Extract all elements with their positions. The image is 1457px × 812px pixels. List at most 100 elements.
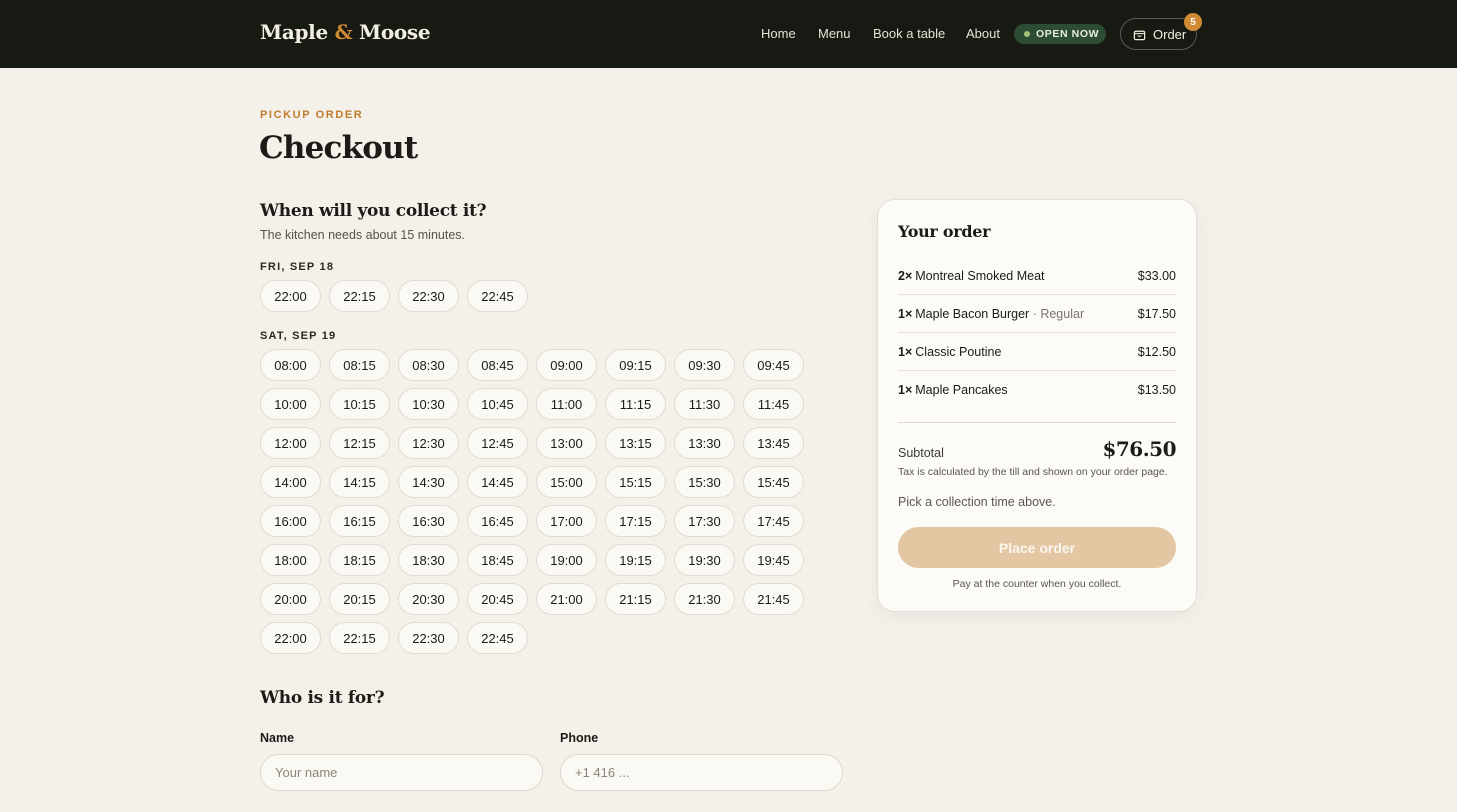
time-slot-button[interactable]: 15:00 <box>536 466 597 498</box>
time-slot-button[interactable]: 18:00 <box>260 544 321 576</box>
time-slot-button[interactable]: 14:30 <box>398 466 459 498</box>
time-slot-group-sat: 08:00 08:15 08:30 08:45 09:00 09:15 09:30 09:45… <box>260 349 820 654</box>
shopping-bag-icon <box>1133 30 1146 40</box>
time-slot-button[interactable]: 13:30 <box>674 427 735 459</box>
time-slot-button[interactable]: 10:15 <box>329 388 390 420</box>
name-input[interactable] <box>260 754 543 791</box>
open-status-badge: OPEN NOW <box>1014 24 1106 44</box>
subtotal-value: $76.50 <box>1102 437 1176 461</box>
time-slot-button[interactable]: 21:45 <box>743 583 804 615</box>
order-summary-card: Your order 2× Montreal Smoked Meat $33.00… <box>877 199 1197 612</box>
time-slot-button[interactable]: 12:45 <box>467 427 528 459</box>
contact-section-title: Who is it for? <box>260 688 385 708</box>
brand-logo[interactable]: Maple & Moose <box>260 20 431 44</box>
time-slot-button[interactable]: 09:15 <box>605 349 666 381</box>
time-slot-button[interactable]: 14:45 <box>467 466 528 498</box>
time-slot-button[interactable]: 20:30 <box>398 583 459 615</box>
time-slot-button[interactable]: 11:30 <box>674 388 735 420</box>
time-slot-button[interactable]: 08:30 <box>398 349 459 381</box>
time-slot-button[interactable]: 16:30 <box>398 505 459 537</box>
time-slot-button[interactable]: 15:15 <box>605 466 666 498</box>
time-slot-button[interactable]: 12:15 <box>329 427 390 459</box>
nav-link-book-a-table[interactable]: Book a table <box>873 26 945 41</box>
time-slot-button[interactable]: 09:30 <box>674 349 735 381</box>
time-slot-button[interactable]: 08:15 <box>329 349 390 381</box>
time-slot-button[interactable]: 22:00 <box>260 622 321 654</box>
time-slot-button[interactable]: 10:45 <box>467 388 528 420</box>
order-item-price: $33.00 <box>1137 268 1176 283</box>
time-slot-button[interactable]: 17:45 <box>743 505 804 537</box>
order-item-description: 1× Maple Pancakes <box>898 383 1008 397</box>
order-summary-title: Your order <box>898 222 991 241</box>
time-slot-button[interactable]: 19:30 <box>674 544 735 576</box>
time-slot-button[interactable]: 18:30 <box>398 544 459 576</box>
time-slot-button[interactable]: 21:30 <box>674 583 735 615</box>
time-slot-button[interactable]: 17:30 <box>674 505 735 537</box>
time-slot-button[interactable]: 12:00 <box>260 427 321 459</box>
time-slot-button[interactable]: 19:15 <box>605 544 666 576</box>
nav-link-about[interactable]: About <box>966 26 1000 41</box>
time-slot-button[interactable]: 11:45 <box>743 388 804 420</box>
time-slot-button[interactable]: 18:45 <box>467 544 528 576</box>
time-slot-button[interactable]: 08:45 <box>467 349 528 381</box>
time-slot-button[interactable]: 22:45 <box>467 622 528 654</box>
time-slot-button[interactable]: 22:30 <box>398 280 459 312</box>
time-slot-button[interactable]: 20:45 <box>467 583 528 615</box>
time-slot-button[interactable]: 22:30 <box>398 622 459 654</box>
page-title: Checkout <box>259 130 418 166</box>
collection-section-title: When will you collect it? <box>260 201 487 221</box>
time-slot-button[interactable]: 15:30 <box>674 466 735 498</box>
time-slot-button[interactable]: 22:15 <box>329 622 390 654</box>
nav-link-menu[interactable]: Menu <box>818 26 851 41</box>
time-slot-button[interactable]: 14:15 <box>329 466 390 498</box>
pick-time-hint: Pick a collection time above. <box>898 495 1056 509</box>
time-slot-button[interactable]: 16:00 <box>260 505 321 537</box>
time-slot-button[interactable]: 10:30 <box>398 388 459 420</box>
time-slot-button[interactable]: 11:15 <box>605 388 666 420</box>
time-slot-button[interactable]: 17:15 <box>605 505 666 537</box>
phone-input[interactable] <box>560 754 843 791</box>
time-slot-button[interactable]: 15:45 <box>743 466 804 498</box>
status-badge-label: OPEN NOW <box>1036 28 1100 40</box>
order-item-name: Maple Bacon Burger <box>915 306 1030 321</box>
brand-name-first: Maple <box>260 20 328 44</box>
order-item-row: 1× Maple Pancakes $13.50 <box>898 371 1176 409</box>
day-label-sat: SAT, SEP 19 <box>260 330 337 342</box>
order-item-description: 1× Maple Bacon Burger · Regular <box>898 307 1084 321</box>
time-slot-button[interactable]: 18:15 <box>329 544 390 576</box>
time-slot-button[interactable]: 14:00 <box>260 466 321 498</box>
time-slot-button[interactable]: 20:00 <box>260 583 321 615</box>
time-slot-button[interactable]: 22:00 <box>260 280 321 312</box>
order-item-qty: 1× <box>898 344 913 359</box>
time-slot-button[interactable]: 20:15 <box>329 583 390 615</box>
page-eyebrow: PICKUP ORDER <box>260 109 364 121</box>
phone-field-label: Phone <box>560 731 599 745</box>
order-item-name: Montreal Smoked Meat <box>915 268 1045 283</box>
time-slot-button[interactable]: 13:45 <box>743 427 804 459</box>
place-order-button[interactable]: Place order <box>898 527 1176 568</box>
time-slot-button[interactable]: 08:00 <box>260 349 321 381</box>
time-slot-button[interactable]: 16:15 <box>329 505 390 537</box>
time-slot-button[interactable]: 16:45 <box>467 505 528 537</box>
summary-divider <box>898 422 1176 423</box>
time-slot-button[interactable]: 09:00 <box>536 349 597 381</box>
time-slot-button[interactable]: 17:00 <box>536 505 597 537</box>
time-slot-button[interactable]: 22:45 <box>467 280 528 312</box>
order-item-row: 2× Montreal Smoked Meat $33.00 <box>898 257 1176 295</box>
time-slot-button[interactable]: 11:00 <box>536 388 597 420</box>
time-slot-button[interactable]: 13:00 <box>536 427 597 459</box>
time-slot-button[interactable]: 12:30 <box>398 427 459 459</box>
time-slot-button[interactable]: 13:15 <box>605 427 666 459</box>
time-slot-button[interactable]: 21:15 <box>605 583 666 615</box>
time-slot-button[interactable]: 10:00 <box>260 388 321 420</box>
time-slot-button[interactable]: 19:45 <box>743 544 804 576</box>
name-field-label: Name <box>260 731 295 745</box>
time-slot-button[interactable]: 19:00 <box>536 544 597 576</box>
order-item-row: 1× Maple Bacon Burger · Regular $17.50 <box>898 295 1176 333</box>
order-item-row: 1× Classic Poutine $12.50 <box>898 333 1176 371</box>
time-slot-button[interactable]: 21:00 <box>536 583 597 615</box>
time-slot-button[interactable]: 09:45 <box>743 349 804 381</box>
time-slot-button[interactable]: 22:15 <box>329 280 390 312</box>
nav-link-home[interactable]: Home <box>761 26 796 41</box>
brand-name-second: Moose <box>359 20 431 44</box>
